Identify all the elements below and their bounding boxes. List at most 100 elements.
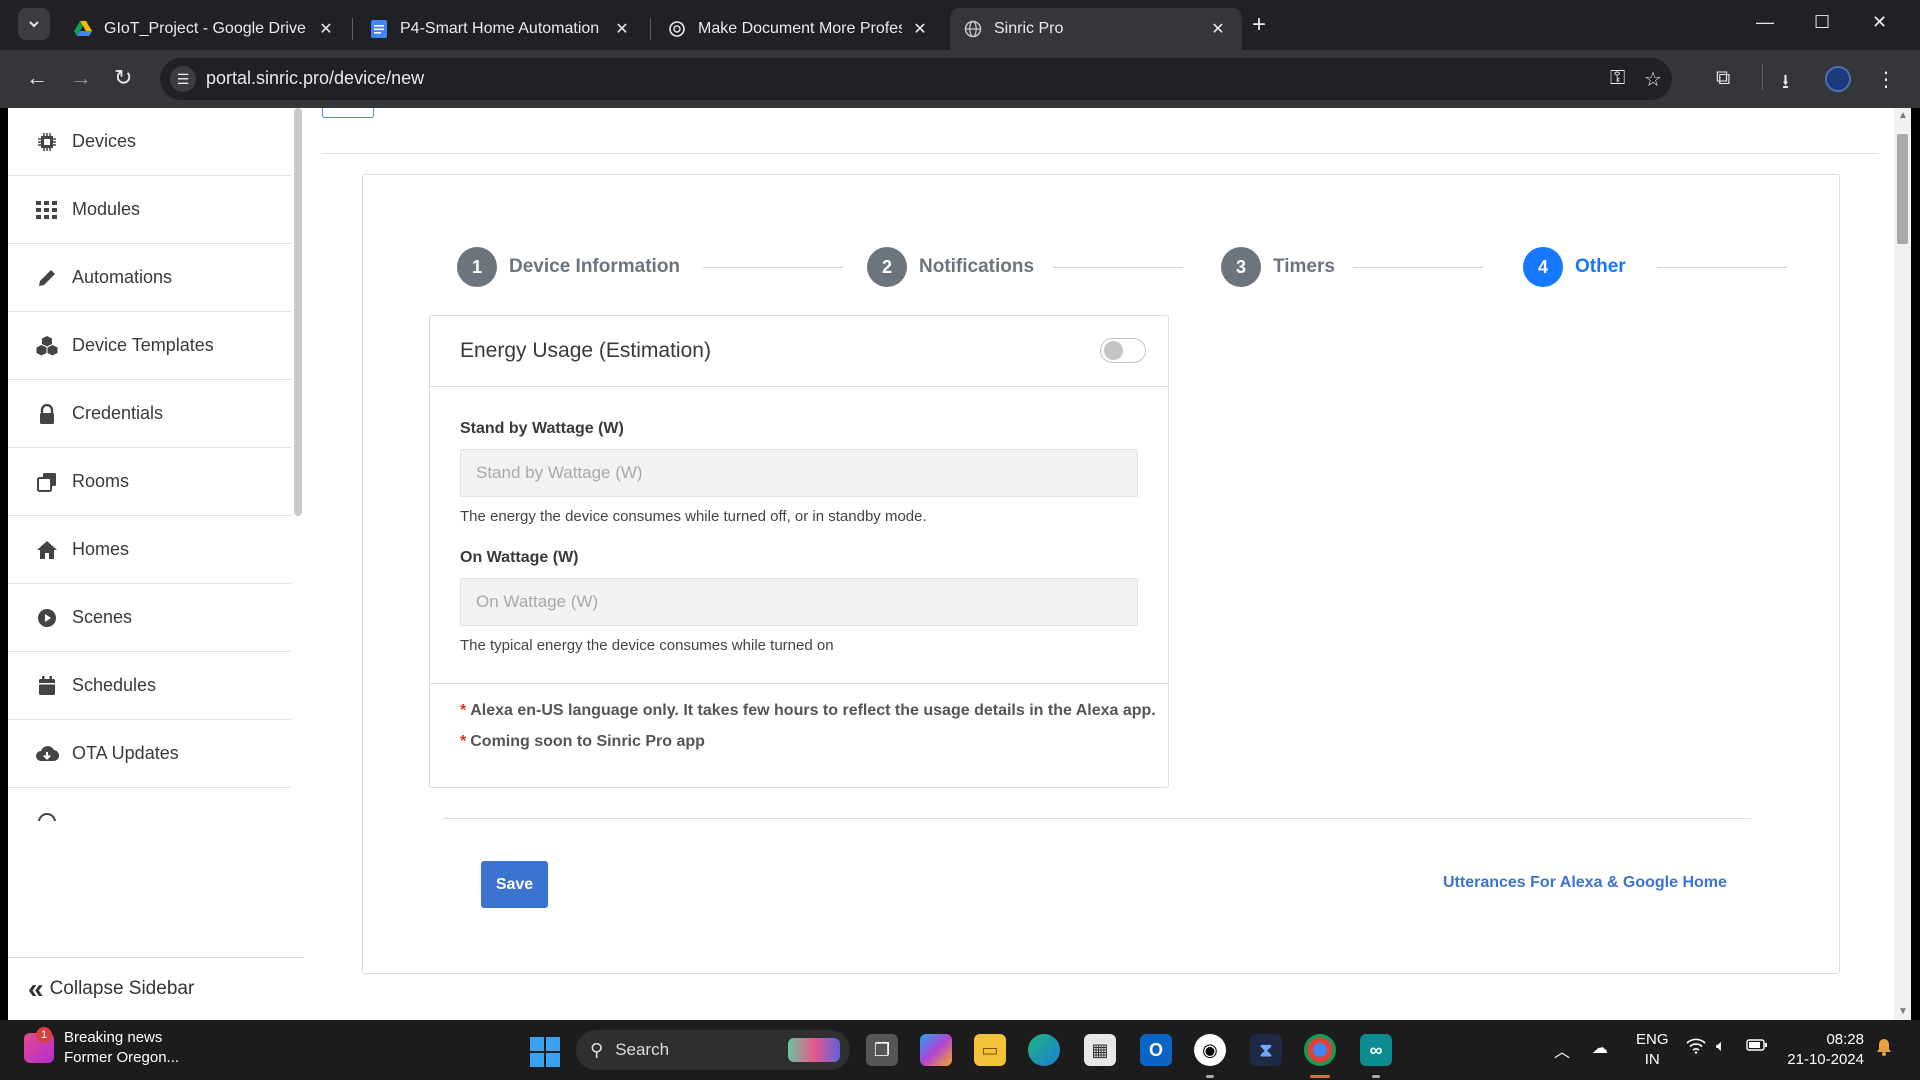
maximize-icon[interactable]: ☐ <box>1814 12 1830 33</box>
minimize-icon[interactable]: — <box>1756 12 1774 33</box>
key-icon[interactable]: ⚿ <box>1610 67 1625 90</box>
tab-separator <box>352 18 353 40</box>
required-star: * <box>460 733 467 750</box>
save-button[interactable]: Save <box>481 861 548 908</box>
sidebar-item-homes[interactable]: Homes <box>8 516 292 584</box>
collapse-sidebar-button[interactable]: « Collapse Sidebar <box>8 957 304 1020</box>
on-wattage-label: On Wattage (W) <box>460 549 579 566</box>
sidebar-item-devices[interactable]: Devices <box>8 108 292 176</box>
tab-sinric-pro[interactable]: Sinric Pro ✕ <box>950 8 1242 50</box>
arduino-icon[interactable]: ∞ <box>1360 1034 1392 1066</box>
window-close-icon[interactable]: ✕ <box>1872 12 1887 33</box>
menu-icon[interactable]: ⋮ <box>1876 67 1896 92</box>
energy-usage-header: Energy Usage (Estimation) <box>430 316 1168 387</box>
file-explorer-icon[interactable]: ▭ <box>974 1034 1006 1066</box>
standby-wattage-input[interactable] <box>460 449 1138 497</box>
wizard-step-timers[interactable]: 3 Timers <box>1221 247 1335 287</box>
close-icon[interactable]: ✕ <box>1208 19 1228 39</box>
step-connector <box>703 267 843 268</box>
chrome-icon[interactable] <box>1304 1034 1336 1066</box>
volume-icon[interactable]: 🔈︎ <box>1716 1038 1726 1056</box>
bookmark-star-icon[interactable]: ☆ <box>1644 67 1662 92</box>
news-title: Breaking news <box>64 1029 163 1046</box>
utterances-link[interactable]: Utterances For Alexa & Google Home <box>1443 874 1727 892</box>
new-tab-icon[interactable]: + <box>1252 12 1266 38</box>
tab-search-dropdown[interactable] <box>18 8 50 40</box>
news-widget[interactable]: 1 Breaking news Former Oregon... <box>24 1027 179 1068</box>
wifi-icon[interactable] <box>1686 1038 1706 1059</box>
sidebar-item-schedules[interactable]: Schedules <box>8 652 292 720</box>
outlook-icon[interactable]: O <box>1140 1034 1172 1066</box>
onedrive-icon[interactable]: ☁ <box>1592 1038 1608 1058</box>
sidebar-item-scenes[interactable]: Scenes <box>8 584 292 652</box>
tab-google-drive[interactable]: GIoT_Project - Google Drive ✕ <box>60 8 350 50</box>
on-wattage-input[interactable] <box>460 578 1138 626</box>
windows-start-icon[interactable] <box>530 1037 560 1067</box>
notification-badge: 1 <box>36 1027 52 1043</box>
sidebar-item-device-templates[interactable]: Device Templates <box>8 312 292 380</box>
sidebar-item-label: Automations <box>72 267 173 287</box>
scrollbar-thumb[interactable] <box>1897 134 1908 244</box>
sidebar-item-automations[interactable]: Automations <box>8 244 292 312</box>
wizard-step-device-information[interactable]: 1 Device Information <box>457 247 680 287</box>
close-icon[interactable]: ✕ <box>316 19 336 39</box>
profile-avatar[interactable] <box>1825 66 1851 92</box>
sidebar-item-label: Homes <box>72 539 130 559</box>
google-docs-icon <box>370 20 388 38</box>
note-text: Coming soon to Sinric Pro app <box>470 733 705 750</box>
vscode-icon[interactable]: ⧗ <box>1250 1034 1282 1066</box>
sidebar-item-rooms[interactable]: Rooms <box>8 448 292 516</box>
energy-usage-toggle[interactable] <box>1100 338 1146 363</box>
download-icon[interactable]: ⭳ <box>1782 67 1789 101</box>
menu-item-icon <box>34 812 60 821</box>
sidebar-scrollbar[interactable] <box>294 108 302 516</box>
sidebar-item-label: Device Templates <box>72 335 214 355</box>
system-clock[interactable]: 08:28 21-10-2024 <box>1784 1030 1864 1070</box>
github-icon[interactable]: ◉ <box>1194 1034 1226 1066</box>
sidebar-item-partial[interactable] <box>8 788 292 821</box>
chatgpt-icon <box>668 20 686 38</box>
sidebar-item-credentials[interactable]: Credentials <box>8 380 292 448</box>
site-info-icon[interactable]: ☰ <box>170 66 196 92</box>
store-icon[interactable]: ▦ <box>1084 1034 1116 1066</box>
tab-chatgpt[interactable]: Make Document More Professi ✕ <box>654 8 944 50</box>
address-bar[interactable]: ☰ portal.sinric.pro/device/new ⚿ ☆ <box>160 58 1672 100</box>
page-scrollbar[interactable]: ▲ ▼ <box>1894 108 1911 1020</box>
pencil-icon <box>34 268 60 288</box>
forward-icon[interactable]: → <box>70 66 92 90</box>
scroll-down-icon[interactable]: ▼ <box>1898 1006 1908 1017</box>
sidebar-item-modules[interactable]: Modules <box>8 176 292 244</box>
tab-separator <box>650 18 651 40</box>
task-view-icon[interactable]: ❐ <box>866 1034 898 1066</box>
back-icon[interactable]: ← <box>26 66 48 90</box>
footer-divider <box>443 818 1751 819</box>
language-indicator[interactable]: ENG IN <box>1636 1030 1669 1070</box>
sidebar-item-label: OTA Updates <box>72 743 179 763</box>
sidebar-item-label: Schedules <box>72 675 157 695</box>
extensions-icon[interactable]: ⧉ <box>1716 67 1730 90</box>
reload-icon[interactable]: ↻ <box>114 66 132 90</box>
url-text[interactable]: portal.sinric.pro/device/new <box>206 68 424 89</box>
double-chevron-left-icon: « <box>28 973 44 1004</box>
windows-taskbar: 1 Breaking news Former Oregon... ⚲ Searc… <box>0 1020 1920 1080</box>
sidebar-item-ota-updates[interactable]: OTA Updates <box>8 720 292 788</box>
calendar-icon <box>34 675 60 696</box>
battery-icon[interactable] <box>1746 1038 1768 1057</box>
tab-google-docs[interactable]: P4-Smart Home Automation Sy ✕ <box>356 8 646 50</box>
scroll-up-icon[interactable]: ▲ <box>1898 110 1908 121</box>
edge-icon[interactable] <box>1028 1034 1060 1066</box>
clock-date: 21-10-2024 <box>1787 1051 1864 1068</box>
cloud-download-icon <box>34 744 60 764</box>
taskbar-search[interactable]: ⚲ Search <box>576 1030 850 1070</box>
wizard-step-notifications[interactable]: 2 Notifications <box>867 247 1034 287</box>
toggle-knob <box>1104 341 1123 360</box>
show-hidden-icons-icon[interactable]: ︿ <box>1554 1038 1570 1062</box>
close-icon[interactable]: ✕ <box>910 19 930 39</box>
close-icon[interactable]: ✕ <box>612 19 632 39</box>
wizard-step-other[interactable]: 4 Other <box>1523 247 1626 287</box>
clock-time: 08:28 <box>1826 1031 1864 1048</box>
copilot-icon[interactable] <box>920 1034 952 1066</box>
notification-bell-icon[interactable] <box>1876 1038 1892 1061</box>
step-connector <box>1053 267 1183 268</box>
step-connector <box>1353 267 1483 268</box>
